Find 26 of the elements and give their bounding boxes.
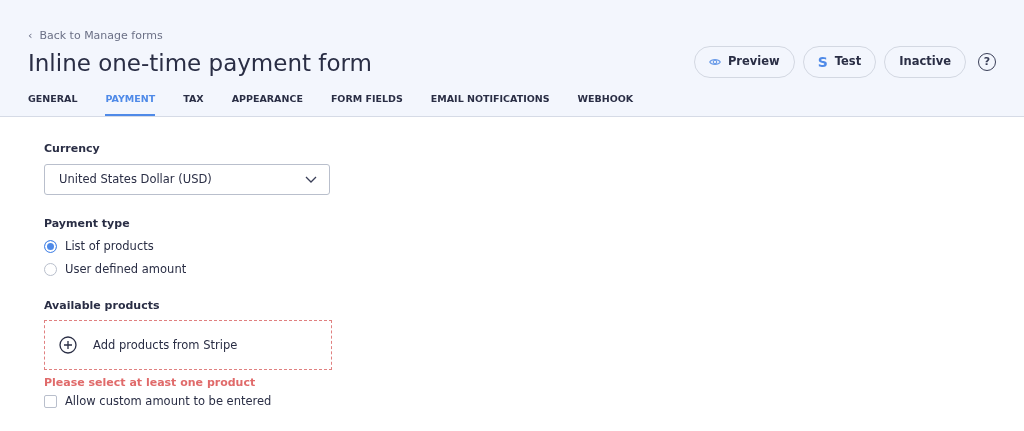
field-label: Available products	[44, 297, 161, 314]
field-label: Payment type	[44, 215, 131, 232]
tab[interactable]: GENERAL	[28, 92, 78, 117]
radio-button[interactable]	[44, 262, 57, 276]
back-link[interactable]: ‹ Back to Manage forms	[28, 28, 163, 45]
page-title: Inline one-time payment form	[28, 50, 372, 78]
radio-button[interactable]	[44, 240, 57, 254]
add-products-area[interactable]: Add products from Stripe	[44, 320, 332, 371]
plus-circle-icon	[59, 336, 77, 355]
preview-button[interactable]: Preview	[693, 46, 795, 78]
tab[interactable]: APPEARANCE	[231, 92, 303, 117]
field-label: Currency	[44, 141, 101, 158]
chevron-down-icon	[305, 175, 317, 183]
tab[interactable]: WEBHOOK	[577, 92, 634, 117]
tab[interactable]: EMAIL NOTIFICATIONS	[430, 92, 550, 117]
status-button[interactable]: Inactive	[884, 46, 966, 78]
checkbox[interactable]	[44, 394, 57, 408]
tab[interactable]: TAX	[183, 92, 204, 117]
test-button[interactable]: S Test	[802, 46, 877, 78]
checkbox-option[interactable]: Allow custom amount to be entered	[44, 392, 980, 410]
eye-icon	[708, 58, 721, 66]
tab[interactable]: FORM FIELDS	[330, 92, 403, 117]
radio-option[interactable]: List of products	[44, 238, 980, 256]
error-message: Please select at least one product	[44, 375, 257, 392]
radio-option[interactable]: User defined amount	[44, 260, 980, 278]
currency-select[interactable]: United States Dollar (USD)	[44, 163, 330, 195]
